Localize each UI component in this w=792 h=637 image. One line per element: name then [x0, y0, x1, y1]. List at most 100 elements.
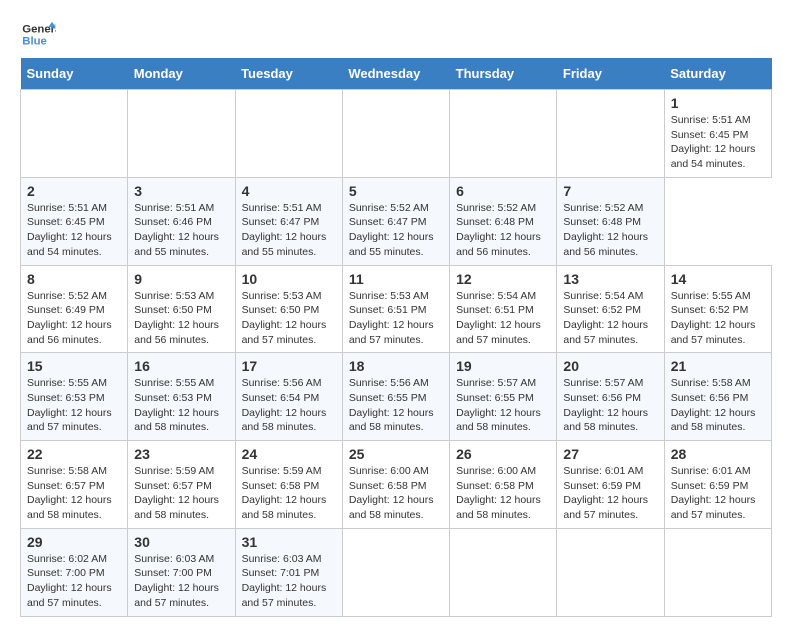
day-info: Sunrise: 5:57 AMSunset: 6:55 PMDaylight:…	[456, 376, 550, 435]
calendar-cell: 22 Sunrise: 5:58 AMSunset: 6:57 PMDayligh…	[21, 441, 128, 529]
calendar-week-row: 29Sunrise: 6:02 AMSunset: 7:00 PMDayligh…	[21, 528, 772, 616]
calendar-cell: 30Sunrise: 6:03 AMSunset: 7:00 PMDayligh…	[128, 528, 235, 616]
calendar-cell: 11 Sunrise: 5:53 AMSunset: 6:51 PMDayligh…	[342, 265, 449, 353]
calendar-cell	[342, 528, 449, 616]
calendar-cell: 27Sunrise: 6:01 AMSunset: 6:59 PMDayligh…	[557, 441, 664, 529]
day-info: Sunrise: 6:02 AMSunset: 7:00 PMDaylight:…	[27, 552, 121, 611]
calendar-cell	[450, 90, 557, 178]
day-number: 22	[27, 446, 121, 462]
day-number: 4	[242, 183, 336, 199]
calendar-cell: 19Sunrise: 5:57 AMSunset: 6:55 PMDayligh…	[450, 353, 557, 441]
day-info: Sunrise: 5:52 AMSunset: 6:48 PMDaylight:…	[456, 201, 550, 260]
calendar-cell	[557, 90, 664, 178]
calendar-cell: 2Sunrise: 5:51 AMSunset: 6:45 PMDaylight…	[21, 177, 128, 265]
calendar-table: Sunday Monday Tuesday Wednesday Thursday…	[20, 58, 772, 617]
calendar-cell	[664, 528, 771, 616]
day-info: Sunrise: 5:57 AMSunset: 6:56 PMDaylight:…	[563, 376, 657, 435]
day-number: 23	[134, 446, 228, 462]
calendar-cell	[342, 90, 449, 178]
header-wednesday: Wednesday	[342, 58, 449, 90]
day-info: Sunrise: 5:54 AMSunset: 6:52 PMDaylight:…	[563, 289, 657, 348]
calendar-cell	[21, 90, 128, 178]
header-sunday: Sunday	[21, 58, 128, 90]
calendar-week-row: 15 Sunrise: 5:55 AMSunset: 6:53 PMDayligh…	[21, 353, 772, 441]
day-info: Sunrise: 5:55 AMSunset: 6:53 PMDaylight:…	[27, 376, 121, 435]
day-info: Sunrise: 5:53 AMSunset: 6:51 PMDaylight:…	[349, 289, 443, 348]
day-number: 6	[456, 183, 550, 199]
day-number: 11	[349, 271, 443, 287]
day-info: Sunrise: 5:52 AMSunset: 6:49 PMDaylight:…	[27, 289, 121, 348]
day-number: 5	[349, 183, 443, 199]
calendar-cell	[450, 528, 557, 616]
day-info: Sunrise: 5:59 AMSunset: 6:57 PMDaylight:…	[134, 464, 228, 523]
day-info: Sunrise: 6:00 AMSunset: 6:58 PMDaylight:…	[349, 464, 443, 523]
calendar-cell: 20 Sunrise: 5:57 AMSunset: 6:56 PMDayligh…	[557, 353, 664, 441]
day-number: 2	[27, 183, 121, 199]
calendar-week-row: 8Sunrise: 5:52 AMSunset: 6:49 PMDaylight…	[21, 265, 772, 353]
day-info: Sunrise: 5:51 AMSunset: 6:46 PMDaylight:…	[134, 201, 228, 260]
day-number: 7	[563, 183, 657, 199]
day-number: 18	[349, 358, 443, 374]
calendar-cell: 5Sunrise: 5:52 AMSunset: 6:47 PMDaylight…	[342, 177, 449, 265]
calendar-cell: 4 Sunrise: 5:51 AMSunset: 6:47 PMDaylight…	[235, 177, 342, 265]
day-number: 15	[27, 358, 121, 374]
day-info: Sunrise: 5:52 AMSunset: 6:48 PMDaylight:…	[563, 201, 657, 260]
day-info: Sunrise: 6:01 AMSunset: 6:59 PMDaylight:…	[671, 464, 765, 523]
calendar-cell: 25 Sunrise: 6:00 AMSunset: 6:58 PMDayligh…	[342, 441, 449, 529]
day-number: 10	[242, 271, 336, 287]
calendar-cell: 13 Sunrise: 5:54 AMSunset: 6:52 PMDayligh…	[557, 265, 664, 353]
day-info: Sunrise: 5:55 AMSunset: 6:53 PMDaylight:…	[134, 376, 228, 435]
calendar-cell: 8Sunrise: 5:52 AMSunset: 6:49 PMDaylight…	[21, 265, 128, 353]
calendar-cell: 16 Sunrise: 5:55 AMSunset: 6:53 PMDayligh…	[128, 353, 235, 441]
day-number: 28	[671, 446, 765, 462]
day-info: Sunrise: 5:56 AMSunset: 6:55 PMDaylight:…	[349, 376, 443, 435]
day-info: Sunrise: 5:58 AMSunset: 6:57 PMDaylight:…	[27, 464, 121, 523]
calendar-header-row: Sunday Monday Tuesday Wednesday Thursday…	[21, 58, 772, 90]
day-number: 30	[134, 534, 228, 550]
header-tuesday: Tuesday	[235, 58, 342, 90]
calendar-cell: 17Sunrise: 5:56 AMSunset: 6:54 PMDayligh…	[235, 353, 342, 441]
day-info: Sunrise: 5:51 AMSunset: 6:45 PMDaylight:…	[671, 113, 765, 172]
day-number: 14	[671, 271, 765, 287]
day-number: 16	[134, 358, 228, 374]
day-number: 12	[456, 271, 550, 287]
header-friday: Friday	[557, 58, 664, 90]
day-info: Sunrise: 5:53 AMSunset: 6:50 PMDaylight:…	[242, 289, 336, 348]
calendar-cell: 29Sunrise: 6:02 AMSunset: 7:00 PMDayligh…	[21, 528, 128, 616]
day-info: Sunrise: 5:54 AMSunset: 6:51 PMDaylight:…	[456, 289, 550, 348]
day-info: Sunrise: 6:03 AMSunset: 7:01 PMDaylight:…	[242, 552, 336, 611]
header-saturday: Saturday	[664, 58, 771, 90]
day-number: 21	[671, 358, 765, 374]
calendar-cell: 15 Sunrise: 5:55 AMSunset: 6:53 PMDayligh…	[21, 353, 128, 441]
day-number: 17	[242, 358, 336, 374]
logo: General Blue	[20, 20, 56, 48]
day-number: 13	[563, 271, 657, 287]
day-number: 25	[349, 446, 443, 462]
calendar-cell: 31 Sunrise: 6:03 AMSunset: 7:01 PMDayligh…	[235, 528, 342, 616]
day-info: Sunrise: 5:58 AMSunset: 6:56 PMDaylight:…	[671, 376, 765, 435]
calendar-week-row: 2Sunrise: 5:51 AMSunset: 6:45 PMDaylight…	[21, 177, 772, 265]
calendar-cell: 24 Sunrise: 5:59 AMSunset: 6:58 PMDayligh…	[235, 441, 342, 529]
calendar-cell	[128, 90, 235, 178]
logo-icon: General Blue	[20, 20, 56, 48]
page-header: General Blue	[20, 20, 772, 48]
day-number: 9	[134, 271, 228, 287]
day-number: 24	[242, 446, 336, 462]
day-number: 31	[242, 534, 336, 550]
day-number: 26	[456, 446, 550, 462]
calendar-cell: 10 Sunrise: 5:53 AMSunset: 6:50 PMDayligh…	[235, 265, 342, 353]
day-number: 20	[563, 358, 657, 374]
day-info: Sunrise: 5:59 AMSunset: 6:58 PMDaylight:…	[242, 464, 336, 523]
calendar-cell	[235, 90, 342, 178]
day-info: Sunrise: 5:53 AMSunset: 6:50 PMDaylight:…	[134, 289, 228, 348]
day-info: Sunrise: 6:01 AMSunset: 6:59 PMDaylight:…	[563, 464, 657, 523]
calendar-cell: 7 Sunrise: 5:52 AMSunset: 6:48 PMDaylight…	[557, 177, 664, 265]
calendar-cell: 18 Sunrise: 5:56 AMSunset: 6:55 PMDayligh…	[342, 353, 449, 441]
calendar-cell: 14Sunrise: 5:55 AMSunset: 6:52 PMDayligh…	[664, 265, 771, 353]
calendar-cell: 1Sunrise: 5:51 AMSunset: 6:45 PMDaylight…	[664, 90, 771, 178]
calendar-cell	[557, 528, 664, 616]
calendar-cell: 21 Sunrise: 5:58 AMSunset: 6:56 PMDayligh…	[664, 353, 771, 441]
header-monday: Monday	[128, 58, 235, 90]
day-info: Sunrise: 5:51 AMSunset: 6:47 PMDaylight:…	[242, 201, 336, 260]
calendar-cell: 9 Sunrise: 5:53 AMSunset: 6:50 PMDaylight…	[128, 265, 235, 353]
